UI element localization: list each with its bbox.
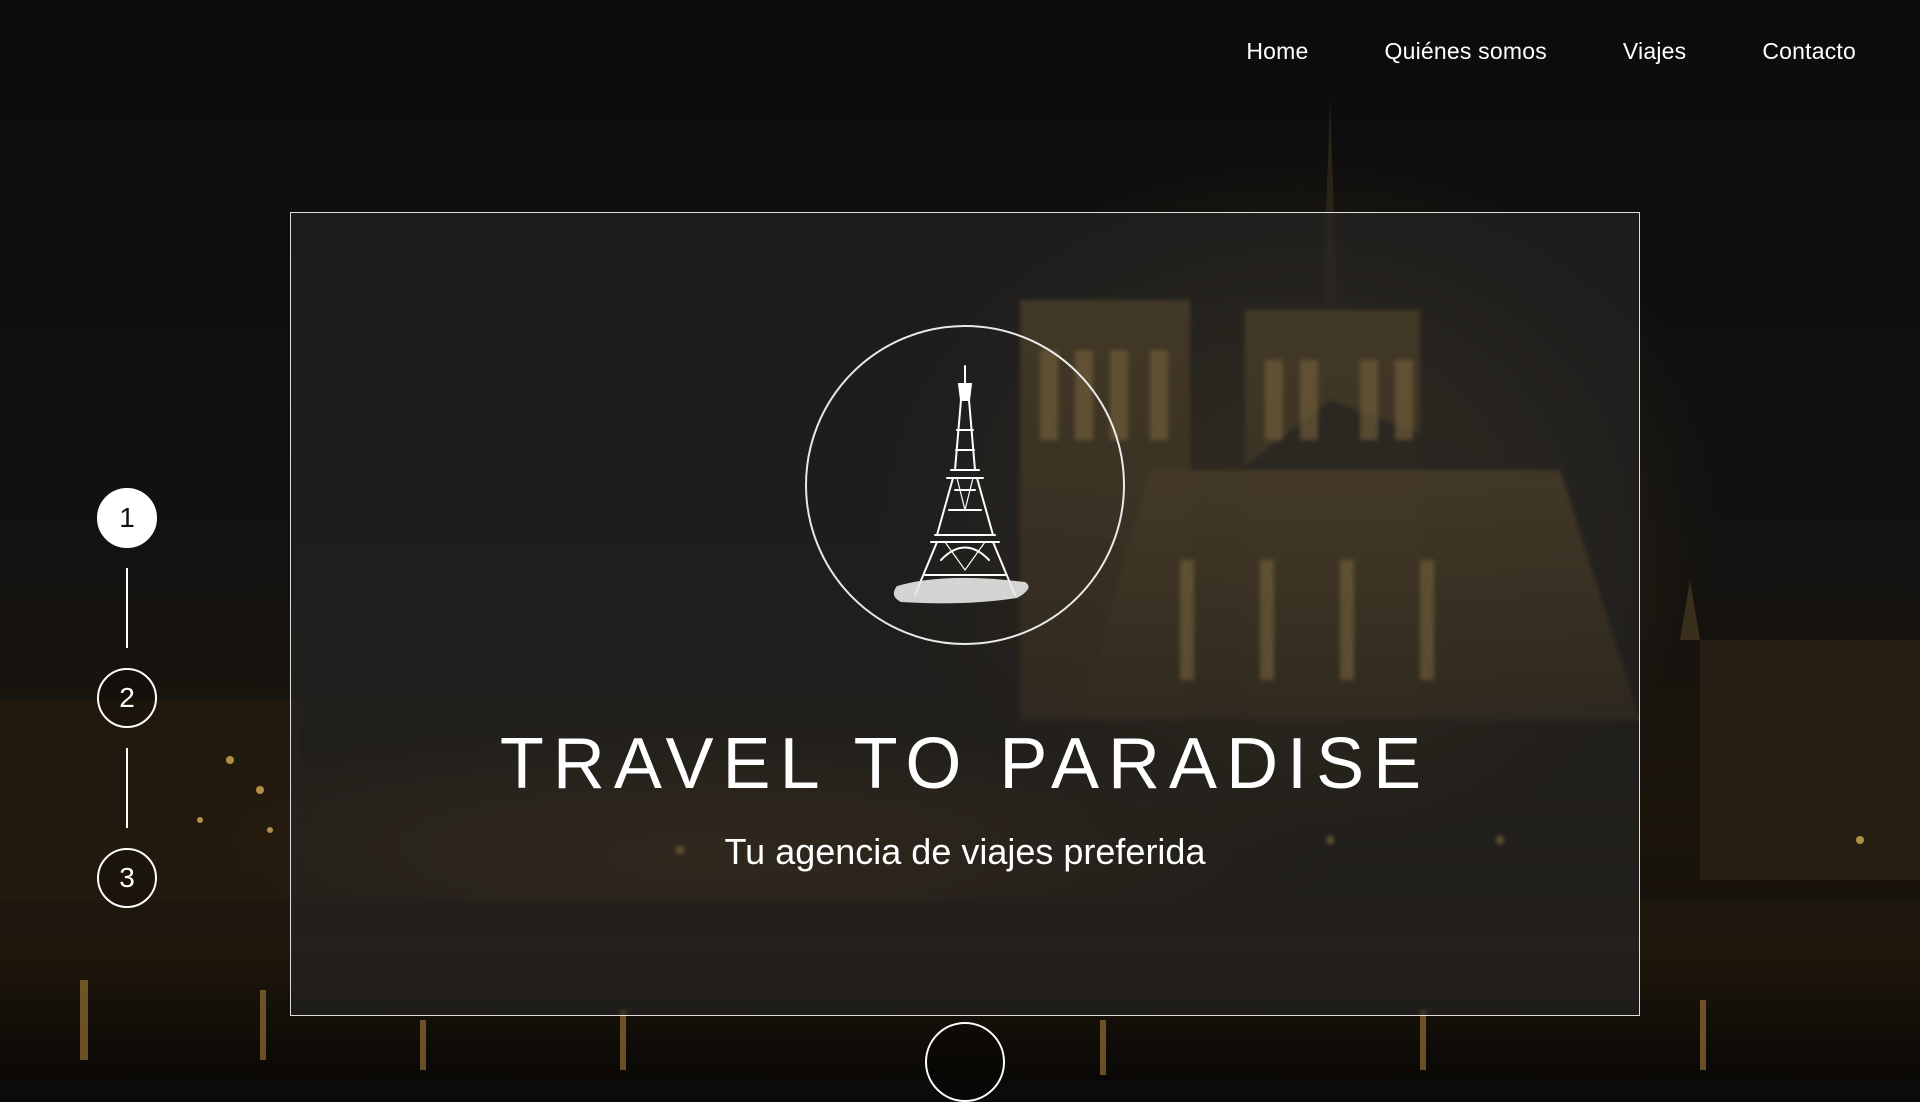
nav-link-home[interactable]: Home bbox=[1246, 38, 1308, 65]
emblem-circle bbox=[805, 325, 1125, 645]
nav-link-viajes[interactable]: Viajes bbox=[1623, 38, 1686, 65]
step-1-button[interactable]: 1 bbox=[97, 488, 157, 548]
step-3-button[interactable]: 3 bbox=[97, 848, 157, 908]
step-connector-line bbox=[126, 568, 128, 648]
main-navigation: Home Quiénes somos Viajes Contacto bbox=[1246, 38, 1856, 65]
nav-link-quienes-somos[interactable]: Quiénes somos bbox=[1385, 38, 1547, 65]
nav-link-contacto[interactable]: Contacto bbox=[1762, 38, 1856, 65]
step-connector-line bbox=[126, 748, 128, 828]
step-2-button[interactable]: 2 bbox=[97, 668, 157, 728]
hero-card: TRAVEL TO PARADISE Tu agencia de viajes … bbox=[290, 212, 1640, 1016]
scroll-down-button[interactable] bbox=[925, 1022, 1005, 1102]
hero-title: TRAVEL TO PARADISE bbox=[499, 724, 1431, 804]
slide-step-indicator: 1 2 3 bbox=[95, 488, 159, 908]
hero-subtitle: Tu agencia de viajes preferida bbox=[724, 831, 1206, 872]
eiffel-tower-icon bbox=[893, 365, 1029, 604]
